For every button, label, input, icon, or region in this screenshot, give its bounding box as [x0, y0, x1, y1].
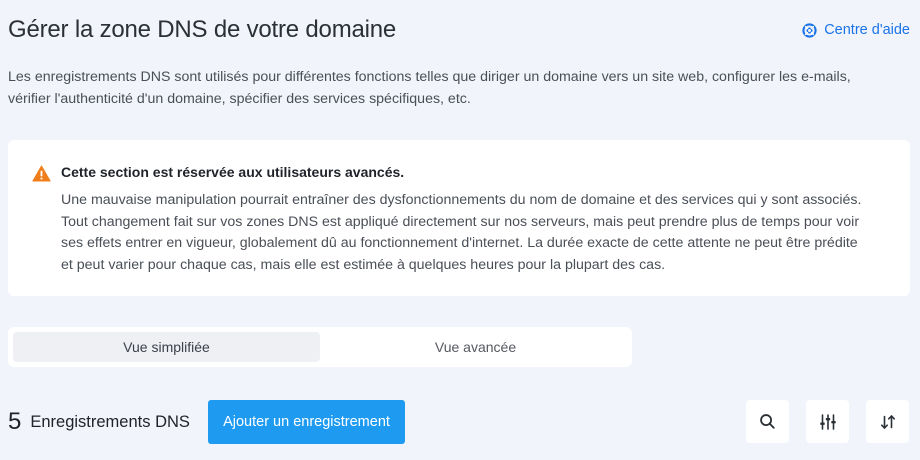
- sort-button[interactable]: [866, 400, 909, 443]
- help-center-label: Centre d'aide: [824, 22, 910, 38]
- help-center-link[interactable]: Centre d'aide: [802, 22, 910, 38]
- records-count: 5 Enregistrements DNS: [8, 400, 190, 444]
- page-title: Gérer la zone DNS de votre domaine: [8, 16, 397, 43]
- tab-simplified-view[interactable]: Vue simplifiée: [13, 332, 320, 362]
- filter-button[interactable]: [806, 400, 849, 443]
- warning-triangle-icon: [32, 165, 51, 187]
- view-toggle: Vue simplifiée Vue avancée: [8, 327, 632, 367]
- lifebuoy-icon: [802, 22, 817, 38]
- search-icon: [759, 413, 776, 430]
- records-count-label: Enregistrements DNS: [30, 412, 190, 431]
- tab-advanced-view[interactable]: Vue avancée: [322, 332, 629, 362]
- intro-text: Les enregistrements DNS sont utilisés po…: [8, 66, 888, 110]
- search-button[interactable]: [746, 400, 789, 443]
- warning-title: Cette section est réservée aux utilisate…: [61, 164, 405, 180]
- intro-line: Les enregistrements DNS sont utilisés po…: [8, 69, 851, 85]
- page-header: Gérer la zone DNS de votre domaine Centr…: [8, 14, 910, 48]
- warning-card: Cette section est réservée aux utilisate…: [8, 140, 910, 296]
- warning-body: Une mauvaise manipulation pourrait entra…: [61, 190, 891, 276]
- warning-line: Tout changement fait sur vos zones DNS e…: [61, 213, 860, 230]
- intro-line: vérifier l'authenticité d'un domaine, sp…: [8, 91, 471, 107]
- sort-icon: [880, 414, 896, 430]
- warning-line: ses effets entrer en vigueur, globalemen…: [61, 235, 858, 251]
- filter-sliders-icon: [819, 413, 837, 431]
- warning-line: Une mauvaise manipulation pourrait entra…: [61, 192, 862, 208]
- records-count-number: 5: [8, 408, 22, 435]
- add-record-button[interactable]: Ajouter un enregistrement: [208, 400, 405, 444]
- warning-line: et peut varier pour chaque cas, mais ell…: [61, 256, 666, 273]
